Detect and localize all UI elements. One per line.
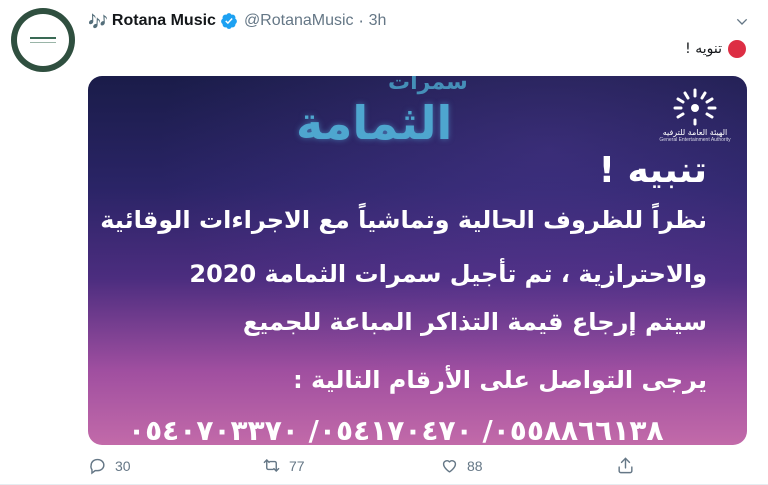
user-handle[interactable]: @RotanaMusic: [244, 12, 354, 30]
separator-dot: ·: [358, 11, 364, 31]
tweet-actions: 30 77 88: [88, 456, 648, 484]
comment-bubble-icon: [90, 458, 105, 475]
tweet-media-image[interactable]: سمرات الثمامة الهيئة العامة للترفيه Gene…: [88, 76, 747, 445]
reply-count: 30: [115, 457, 131, 474]
notice-title: تنبيه !: [598, 150, 707, 191]
tweet-timestamp[interactable]: 3h: [369, 12, 387, 30]
tweet-header: 🎶 Rotana Music @RotanaMusic · 3h: [88, 10, 386, 32]
red-circle-icon: [728, 40, 746, 58]
notice-line-3: سيتم إرجاع قيمة التذاكر المباعة للجميع: [242, 308, 707, 336]
gea-name-english: General Entertainment Authority: [659, 137, 731, 143]
like-count: 88: [467, 457, 483, 474]
verified-badge-icon: [221, 13, 237, 29]
like-button[interactable]: 88: [440, 456, 483, 475]
gea-name-arabic: الهيئة العامة للترفيه: [662, 128, 728, 137]
notice-line-1: نظراً للظروف الحالية وتماشياً مع الاجراء…: [100, 206, 707, 234]
tweet-text: تنويه !: [685, 40, 746, 58]
share-button[interactable]: [616, 456, 635, 475]
gea-logo: الهيئة العامة للترفيه General Entertainm…: [655, 86, 735, 143]
reply-button[interactable]: 30: [88, 456, 131, 475]
gea-emblem-icon: [673, 88, 717, 126]
retweet-count: 77: [289, 457, 305, 474]
avatar[interactable]: [11, 8, 75, 72]
display-name[interactable]: Rotana Music: [112, 12, 216, 30]
avatar-logo-mark: [30, 37, 56, 43]
event-logo-text: الثمامة: [296, 96, 453, 150]
chevron-down-icon[interactable]: [734, 14, 750, 30]
retweet-icon: [263, 459, 280, 472]
share-icon: [618, 457, 633, 474]
notice-line-2: والاحترازية ، تم تأجيل سمرات الثمامة 202…: [189, 260, 707, 288]
retweet-button[interactable]: 77: [262, 456, 305, 475]
notice-line-4: يرجى التواصل على الأرقام التالية :: [293, 366, 707, 394]
tweet[interactable]: 🎶 Rotana Music @RotanaMusic · 3h تنويه !…: [0, 0, 768, 485]
event-logo-top-text: سمرات: [388, 76, 468, 95]
heart-icon: [442, 460, 457, 473]
avatar-logo: [17, 14, 69, 66]
music-notes-icon: 🎶: [88, 11, 108, 31]
tweet-text-body: تنويه !: [685, 41, 722, 57]
notice-phone-numbers: ٠٥٥٨٨٦٦١٣٨/ ٠٥٤١٧٠٤٧٠/ ٠٥٤٠٧٠٣٣٧٠: [128, 414, 664, 445]
